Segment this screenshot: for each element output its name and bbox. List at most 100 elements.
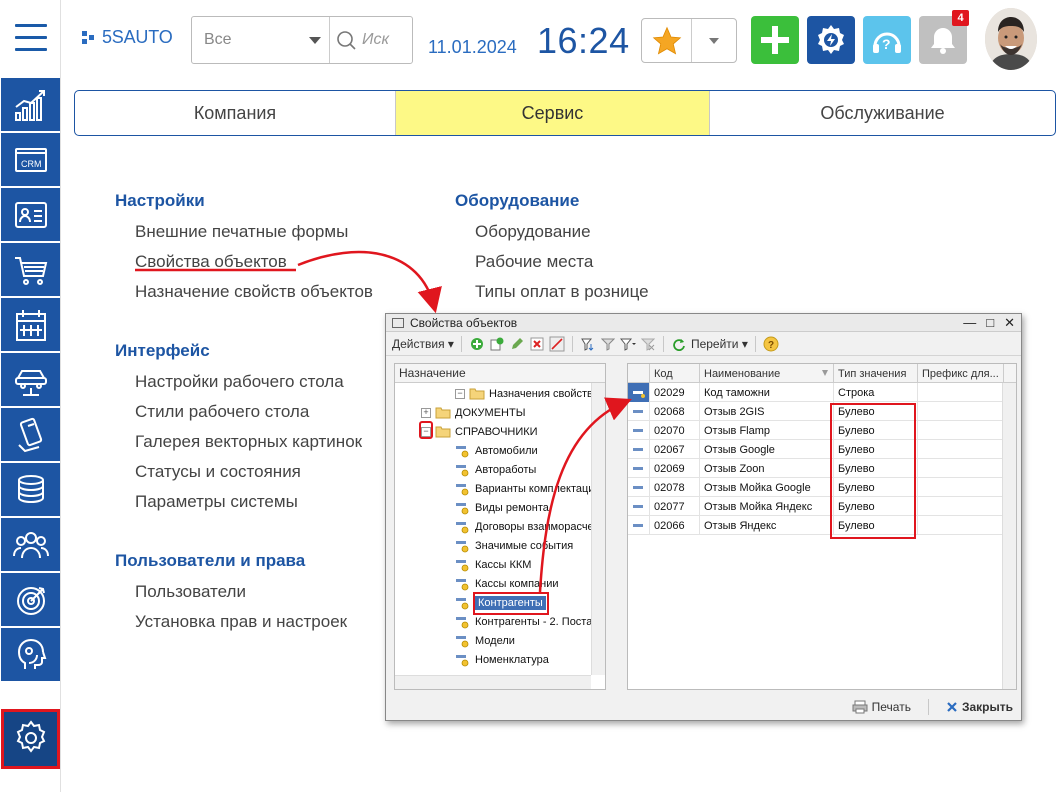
- menu-item-object-properties[interactable]: Свойства объектов: [135, 252, 373, 282]
- properties-table: Код Наименование Тип значения Префикс дл…: [627, 363, 1017, 690]
- table-vertical-scrollbar[interactable]: [1002, 383, 1016, 689]
- mark-deletion-icon[interactable]: [549, 336, 565, 352]
- refresh-icon[interactable]: [671, 336, 687, 352]
- favorites-dropdown-button[interactable]: [692, 19, 736, 62]
- cell-code: 02029: [650, 383, 700, 402]
- table-row[interactable]: 02077 Отзыв Мойка Яндекс Булево: [628, 497, 1002, 516]
- team-icon[interactable]: [1, 518, 60, 573]
- column-header-name[interactable]: Наименование: [700, 364, 834, 383]
- table-row[interactable]: 02070 Отзыв Flamp Булево: [628, 421, 1002, 440]
- delete-icon[interactable]: [529, 336, 545, 352]
- tab-service[interactable]: Сервис: [396, 91, 710, 135]
- filter-icon[interactable]: [600, 336, 616, 352]
- menu-item-statuses[interactable]: Статусы и состояния: [135, 462, 362, 492]
- expand-icon[interactable]: +: [421, 407, 431, 418]
- notifications-badge: 4: [952, 10, 969, 26]
- tree-node[interactable]: Автомобили: [455, 441, 538, 460]
- menu-toggle-button[interactable]: [0, 0, 61, 74]
- add-button[interactable]: [751, 16, 799, 64]
- cart-icon[interactable]: [1, 243, 60, 298]
- tree-node-label: Модели: [475, 634, 515, 647]
- service-settings-button[interactable]: [807, 16, 855, 64]
- tab-maintenance[interactable]: Обслуживание: [710, 91, 1055, 135]
- copy-icon[interactable]: [489, 336, 505, 352]
- tree-node[interactable]: − Назначения свойств объектов: [455, 384, 605, 403]
- cell-name: Отзыв Яндекс: [700, 516, 834, 535]
- tree-node[interactable]: + ДОКУМЕНТЫ: [421, 403, 525, 422]
- tree-vertical-scrollbar[interactable]: [591, 383, 605, 675]
- row-icon-cell: [628, 478, 650, 497]
- menu-item-equipment[interactable]: Оборудование: [475, 222, 649, 252]
- analytics-icon[interactable]: [1, 78, 60, 133]
- tree-horizontal-scrollbar[interactable]: [395, 675, 591, 689]
- notifications-button[interactable]: 4: [919, 10, 969, 64]
- property-icon: [456, 445, 469, 457]
- crm-icon[interactable]: CRM: [1, 133, 60, 188]
- settings-icon[interactable]: [1, 709, 60, 769]
- folder-icon: [435, 426, 451, 438]
- maximize-icon[interactable]: □: [986, 315, 994, 331]
- tree-node[interactable]: Кассы ККМ: [455, 555, 531, 574]
- column-header-prefix[interactable]: Префикс для...: [918, 364, 1004, 383]
- calendar-icon[interactable]: [1, 298, 60, 353]
- menu-item-rights-settings[interactable]: Установка прав и настроек: [135, 612, 347, 642]
- tree-node[interactable]: Номенклатура: [455, 650, 549, 669]
- help-icon[interactable]: ?: [763, 336, 779, 352]
- car-lift-icon[interactable]: [1, 353, 60, 408]
- row-icon-cell: [628, 402, 650, 421]
- tree-node[interactable]: Значимые события: [455, 536, 573, 555]
- current-date: 11.01.2024: [428, 37, 517, 57]
- menu-item-external-print-forms[interactable]: Внешние печатные формы: [135, 222, 373, 252]
- menu-item-desktop-settings[interactable]: Настройки рабочего стола: [135, 372, 362, 402]
- table-row[interactable]: 02029 Код таможни Строка: [628, 383, 1002, 402]
- svg-text:CRM: CRM: [21, 159, 42, 169]
- goto-menu[interactable]: Перейти ▾: [691, 337, 748, 351]
- tree-node[interactable]: Автоработы: [455, 460, 536, 479]
- tree-node[interactable]: − СПРАВОЧНИКИ: [421, 422, 538, 441]
- table-row[interactable]: 02066 Отзыв Яндекс Булево: [628, 516, 1002, 535]
- menu-item-workstations[interactable]: Рабочие места: [475, 252, 649, 282]
- finance-icon[interactable]: [1, 463, 60, 518]
- table-row[interactable]: 02067 Отзыв Google Булево: [628, 440, 1002, 459]
- tree-node[interactable]: Кассы компании: [455, 574, 559, 593]
- phone-icon[interactable]: [1, 408, 60, 463]
- contacts-icon[interactable]: [1, 188, 60, 243]
- tree-node[interactable]: Договоры взаиморасчетов: [455, 517, 605, 536]
- column-header-type[interactable]: Тип значения: [834, 364, 918, 383]
- search-input[interactable]: Иск: [330, 17, 412, 63]
- add-icon[interactable]: [469, 336, 485, 352]
- favorites-button[interactable]: [642, 19, 692, 62]
- menu-item-desktop-styles[interactable]: Стили рабочего стола: [135, 402, 362, 432]
- help-button[interactable]: ?: [863, 16, 911, 64]
- clear-filter-icon[interactable]: [640, 336, 656, 352]
- menu-item-users[interactable]: Пользователи: [135, 582, 347, 612]
- table-row[interactable]: 02078 Отзыв Мойка Google Булево: [628, 478, 1002, 497]
- svg-text:?: ?: [768, 340, 774, 351]
- operator-icon[interactable]: [1, 628, 60, 683]
- tree-node[interactable]: Модели: [455, 631, 515, 650]
- filter-dropdown-icon[interactable]: [619, 336, 636, 352]
- avatar[interactable]: [985, 8, 1037, 70]
- tab-company[interactable]: Компания: [75, 91, 396, 135]
- tree-node[interactable]: Виды ремонта: [455, 498, 549, 517]
- dialog-title: Свойства объектов: [410, 315, 518, 330]
- hierarchy-icon[interactable]: [580, 336, 596, 352]
- edit-icon[interactable]: [509, 336, 525, 352]
- close-icon[interactable]: ✕: [1004, 315, 1015, 331]
- print-button[interactable]: Печать: [852, 700, 911, 714]
- menu-item-system-parameters[interactable]: Параметры системы: [135, 492, 362, 522]
- menu-item-property-assignment[interactable]: Назначение свойств объектов: [135, 282, 373, 312]
- property-icon: [456, 521, 469, 533]
- table-row[interactable]: 02068 Отзыв 2GIS Булево: [628, 402, 1002, 421]
- collapse-icon[interactable]: −: [455, 388, 465, 399]
- menu-item-retail-payment-types[interactable]: Типы оплат в рознице: [475, 282, 649, 312]
- menu-item-vector-gallery[interactable]: Галерея векторных картинок: [135, 432, 362, 462]
- target-icon[interactable]: [1, 573, 60, 628]
- search-scope-select[interactable]: Все: [192, 17, 330, 63]
- close-dialog-button[interactable]: Закрыть: [946, 700, 1013, 714]
- column-header-code[interactable]: Код: [650, 364, 700, 383]
- minimize-icon[interactable]: —: [963, 315, 976, 331]
- actions-menu[interactable]: Действия ▾: [392, 337, 454, 351]
- table-row[interactable]: 02069 Отзыв Zoon Булево: [628, 459, 1002, 478]
- tree-node[interactable]: Варианты комплектации: [455, 479, 601, 498]
